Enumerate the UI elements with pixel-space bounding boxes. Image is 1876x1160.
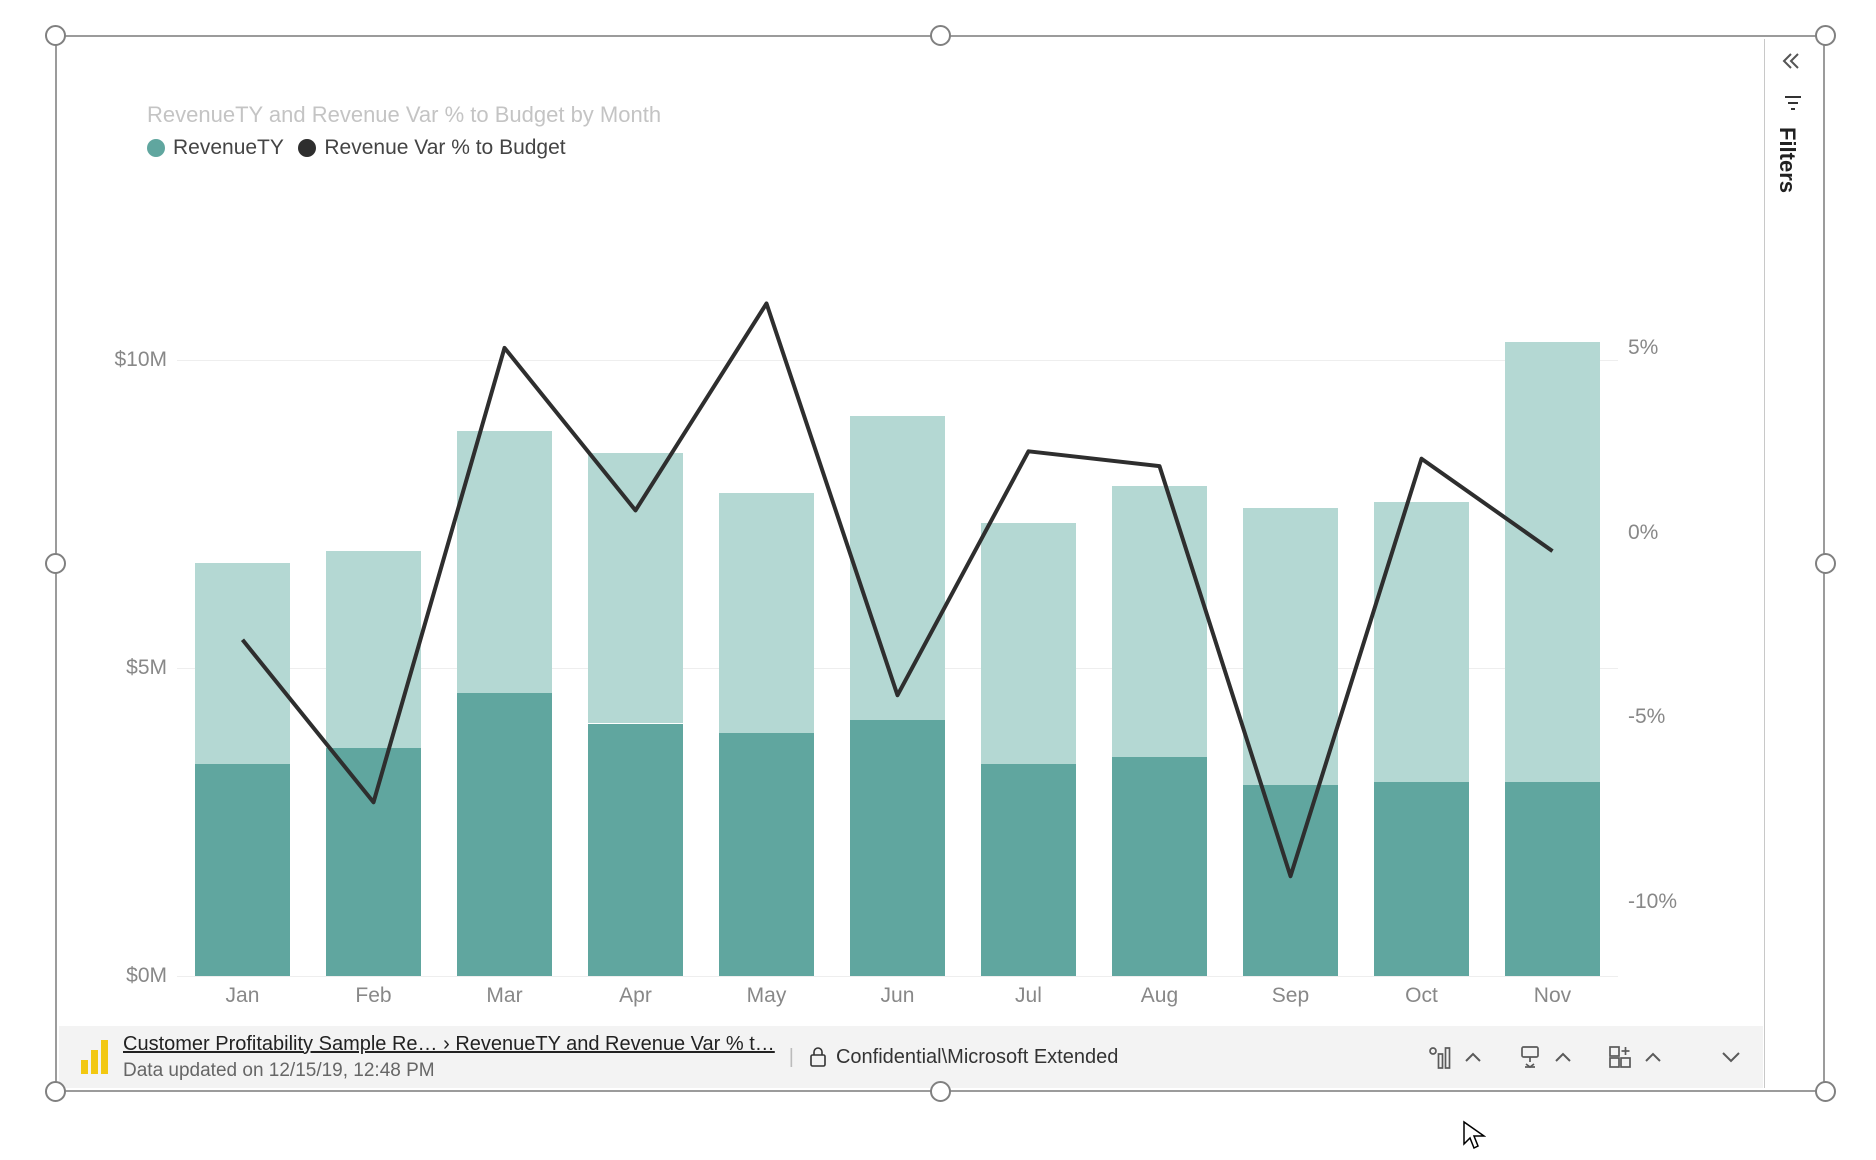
chevron-down-icon[interactable] <box>1717 1043 1745 1071</box>
drill-mode-icon[interactable] <box>1513 1040 1547 1074</box>
drill-up-icon[interactable] <box>1423 1040 1457 1074</box>
resize-handle-ml[interactable] <box>45 553 66 574</box>
category-label: Jun <box>881 984 915 1008</box>
legend-var-label: Revenue Var % to Budget <box>324 136 565 160</box>
circle-icon <box>298 139 316 157</box>
resize-handle-mr[interactable] <box>1815 553 1836 574</box>
resize-handle-tl[interactable] <box>45 25 66 46</box>
separator: | <box>789 1046 794 1069</box>
category-label: Sep <box>1272 984 1309 1008</box>
filters-icon <box>1765 94 1821 117</box>
category-label: Oct <box>1405 984 1438 1008</box>
category-label: Jul <box>1015 984 1042 1008</box>
plot-area[interactable]: $0M$5M$10M-10%-5%0%5%JanFebMarAprMayJunJ… <box>177 237 1618 976</box>
resize-handle-bc[interactable] <box>930 1081 951 1102</box>
powerbi-icon <box>81 1040 109 1074</box>
y-right-tick: -5% <box>1628 705 1703 729</box>
chevron-up-icon[interactable] <box>1459 1043 1487 1071</box>
circle-icon <box>147 139 165 157</box>
chart-title: RevenueTY and Revenue Var % to Budget by… <box>147 102 1753 128</box>
lock-icon <box>808 1046 828 1068</box>
y-left-tick: $0M <box>87 964 167 988</box>
variance-line[interactable] <box>177 237 1618 976</box>
filters-pane-collapsed[interactable]: Filters <box>1764 39 1821 1088</box>
category-label: Nov <box>1534 984 1571 1008</box>
expand-visual-icon[interactable] <box>1603 1040 1637 1074</box>
category-label: Feb <box>355 984 391 1008</box>
category-label: Apr <box>619 984 652 1008</box>
resize-handle-tc[interactable] <box>930 25 951 46</box>
category-label: Aug <box>1141 984 1178 1008</box>
cursor-icon <box>1462 1120 1486 1150</box>
y-right-tick: -10% <box>1628 890 1703 914</box>
resize-handle-br[interactable] <box>1815 1081 1836 1102</box>
y-left-tick: $5M <box>87 656 167 680</box>
resize-handle-tr[interactable] <box>1815 25 1836 46</box>
y-right-tick: 0% <box>1628 521 1703 545</box>
data-updated-label: Data updated on 12/15/19, 12:48 PM <box>123 1059 775 1083</box>
footer-controls <box>1423 1040 1745 1074</box>
combo-chart[interactable]: RevenueTY and Revenue Var % to Budget by… <box>77 57 1753 1024</box>
sensitivity-text: Confidential\Microsoft Extended <box>836 1046 1118 1069</box>
resize-handle-bl[interactable] <box>45 1081 66 1102</box>
breadcrumb-link[interactable]: Customer Profitability Sample Re… › Reve… <box>123 1032 775 1057</box>
category-label: May <box>747 984 787 1008</box>
collapse-filters-icon[interactable] <box>1765 51 1821 76</box>
chart-legend: RevenueTY Revenue Var % to Budget <box>147 136 1753 162</box>
report-footer: Customer Profitability Sample Re… › Reve… <box>59 1026 1763 1088</box>
category-label: Jan <box>226 984 260 1008</box>
sensitivity-label[interactable]: Confidential\Microsoft Extended <box>808 1046 1118 1069</box>
y-right-tick: 5% <box>1628 336 1703 360</box>
legend-item-revenue[interactable]: RevenueTY <box>147 136 284 160</box>
category-label: Mar <box>486 984 522 1008</box>
legend-item-var[interactable]: Revenue Var % to Budget <box>298 136 565 160</box>
chevron-up-icon[interactable] <box>1549 1043 1577 1071</box>
y-left-tick: $10M <box>87 348 167 372</box>
visual-selection-box[interactable]: Filters RevenueTY and Revenue Var % to B… <box>55 35 1825 1092</box>
filters-label: Filters <box>1774 127 1800 193</box>
chevron-up-icon[interactable] <box>1639 1043 1667 1071</box>
legend-revenue-label: RevenueTY <box>173 136 284 160</box>
